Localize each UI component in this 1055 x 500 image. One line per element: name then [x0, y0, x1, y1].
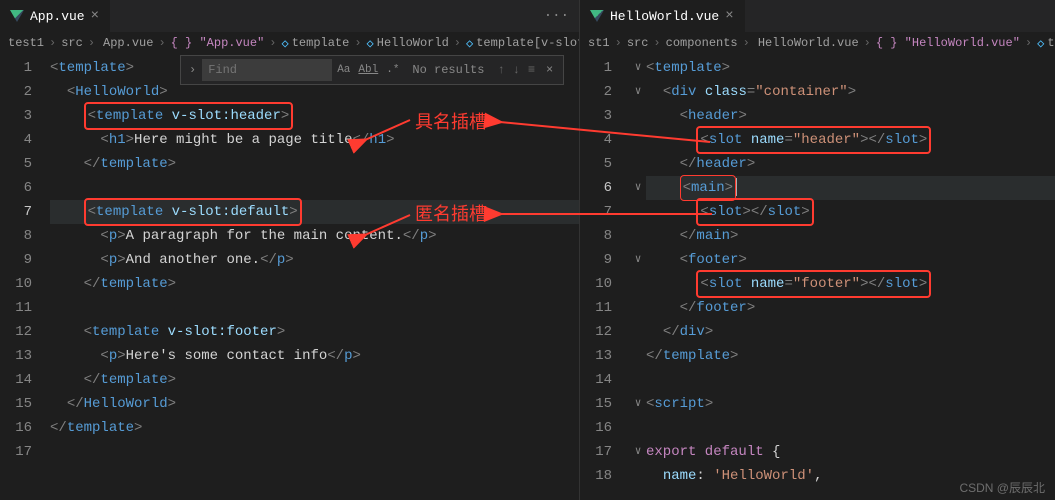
- find-results-text: No results: [404, 63, 492, 77]
- find-next-icon[interactable]: ↓: [510, 63, 523, 77]
- line-number-gutter: 1 2 3 4 5 6 7 8 9 10 11 12 13 14 15 16 1…: [580, 54, 630, 500]
- text-cursor: [736, 178, 737, 196]
- tab-label: HelloWorld.vue: [610, 9, 719, 24]
- red-highlight-box: <slot name="footer"></slot>: [696, 270, 931, 298]
- red-highlight-box: <template v-slot:header>: [84, 102, 294, 130]
- breadcrumb-left[interactable]: test1› src› App.vue› { } "App.vue"› ◇tem…: [0, 32, 579, 54]
- red-highlight-box: <slot name="header"></slot>: [696, 126, 931, 154]
- editor-left[interactable]: 1 2 3 4 5 6 7 8 9 10 11 12 13 14 15 16 1…: [0, 54, 579, 500]
- tab-app-vue[interactable]: App.vue ×: [0, 0, 110, 32]
- find-whole-word[interactable]: Abl: [355, 64, 381, 76]
- find-input[interactable]: [202, 59, 332, 81]
- find-selection-icon[interactable]: ≡: [525, 63, 538, 77]
- editor-right[interactable]: 1 2 3 4 5 6 7 8 9 10 11 12 13 14 15 16 1…: [580, 54, 1055, 500]
- watermark-text: CSDN @辰辰北: [959, 479, 1045, 496]
- find-bar: › Aa Abl .* No results ↑ ↓ ≡ ×: [180, 55, 564, 85]
- vue-icon: [10, 10, 24, 22]
- red-highlight-box: <slot></slot>: [696, 198, 813, 226]
- tab-more-icon[interactable]: ···: [534, 8, 579, 24]
- editor-pane-right: HelloWorld.vue × st1› src› components› H…: [580, 0, 1055, 500]
- breadcrumb-right[interactable]: st1› src› components› HelloWorld.vue› { …: [580, 32, 1055, 54]
- close-icon[interactable]: ×: [91, 8, 99, 24]
- tab-helloworld-vue[interactable]: HelloWorld.vue ×: [580, 0, 745, 32]
- vue-icon: [590, 10, 604, 22]
- find-expand-icon[interactable]: ›: [185, 63, 200, 77]
- find-close-icon[interactable]: ×: [540, 63, 559, 77]
- close-icon[interactable]: ×: [725, 8, 733, 24]
- fold-column: ∨ ∨ ∨ ∨ ∨ ∨: [630, 54, 646, 500]
- red-highlight-box: <template v-slot:default>: [84, 198, 302, 226]
- find-prev-icon[interactable]: ↑: [494, 63, 507, 77]
- find-match-case[interactable]: Aa: [334, 64, 353, 76]
- annotation-anon-slot: 匿名插槽: [415, 200, 487, 226]
- tab-bar-left: App.vue × ···: [0, 0, 579, 32]
- code-area-right[interactable]: <template> <div class="container"> <head…: [646, 54, 1055, 500]
- tab-bar-right: HelloWorld.vue ×: [580, 0, 1055, 32]
- line-number-gutter: 1 2 3 4 5 6 7 8 9 10 11 12 13 14 15 16 1…: [0, 54, 50, 500]
- find-regex[interactable]: .*: [383, 64, 402, 76]
- code-area-left[interactable]: <template> <HelloWorld> <template v-slot…: [50, 54, 579, 500]
- tab-label: App.vue: [30, 9, 85, 24]
- annotation-named-slot: 具名插槽: [415, 108, 487, 134]
